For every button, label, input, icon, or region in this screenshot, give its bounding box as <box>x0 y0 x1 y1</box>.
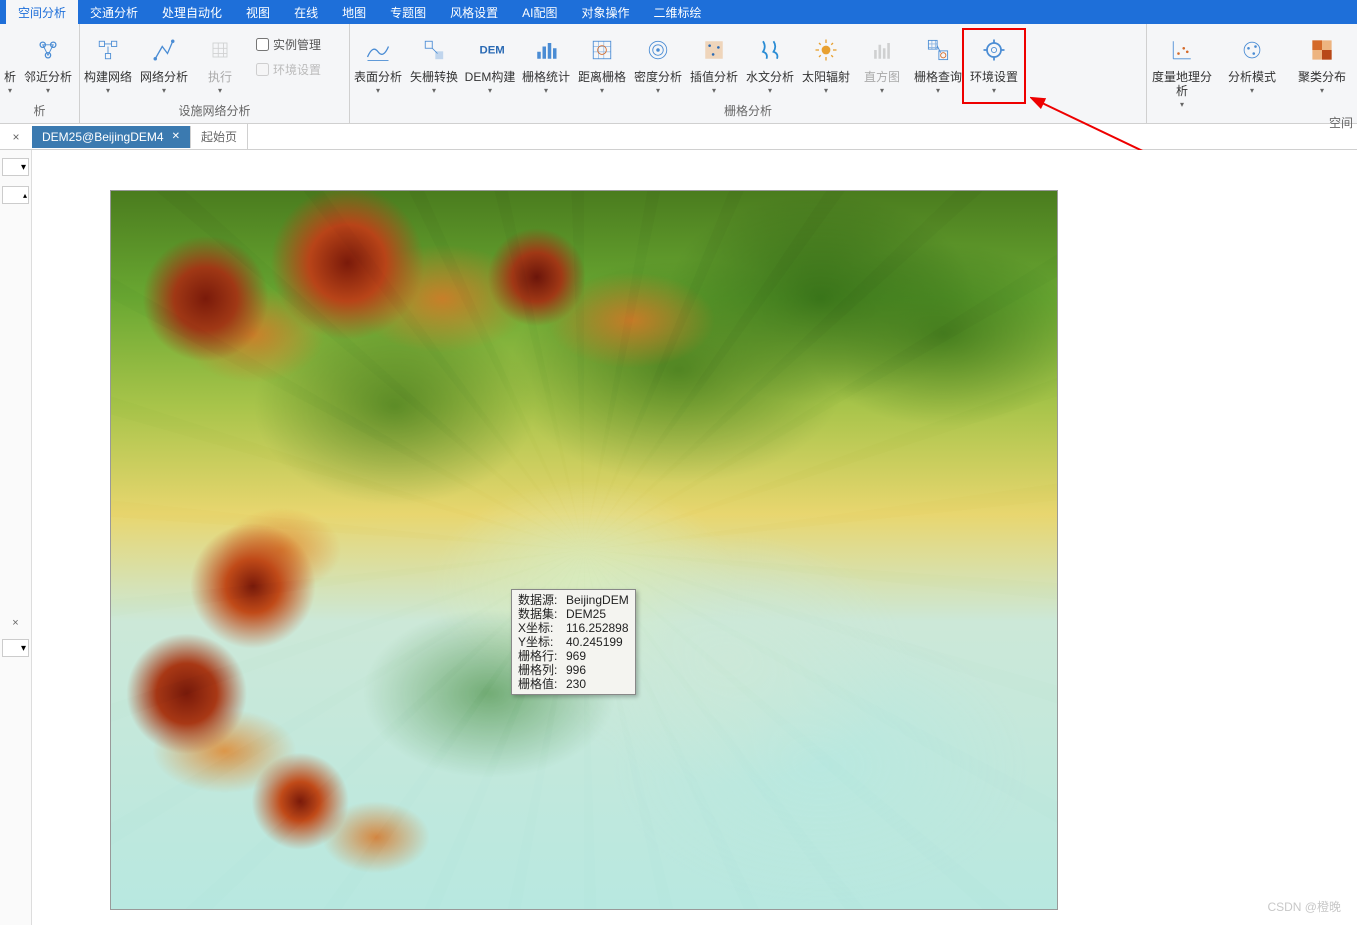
menu-item-automation[interactable]: 处理自动化 <box>150 0 234 25</box>
left-panel-close-mid[interactable]: × <box>0 615 31 631</box>
tab-startpage[interactable]: 起始页 <box>191 124 248 149</box>
left-dropdown-1[interactable]: ▾ <box>2 158 29 176</box>
btn-measure-geo-analysis[interactable]: 度量地理分析▾ <box>1147 28 1217 111</box>
btn-hydrology[interactable]: 水文分析▾ <box>742 28 798 97</box>
map-viewport[interactable]: 数据源:BeijingDEM数据集:DEM25X坐标:116.252898Y坐标… <box>32 150 1357 925</box>
menu-item-2d[interactable]: 二维标绘 <box>641 0 713 25</box>
info-row: Y坐标:40.245199 <box>518 635 629 649</box>
workspace: ▾ ▴ × ▾ 数据源:BeijingDEM数据集:DEM25X坐标:116.2… <box>0 150 1357 925</box>
tab-dem25[interactable]: DEM25@BeijingDEM4 ✕ <box>32 126 191 148</box>
raster-query-result-tooltip: 数据源:BeijingDEM数据集:DEM25X坐标:116.252898Y坐标… <box>511 589 636 695</box>
group-label-2: 设施网络分析 <box>80 99 349 123</box>
distance-raster-icon <box>586 34 618 66</box>
menu-item-style[interactable]: 风格设置 <box>438 0 510 25</box>
cluster-distribution-icon <box>1306 34 1338 66</box>
dem-raster-layer <box>111 191 1057 909</box>
histogram-icon <box>866 34 898 66</box>
btn-raster-stats[interactable]: 栅格统计▾ <box>518 28 574 97</box>
menu-item-ai[interactable]: AI配图 <box>510 0 569 25</box>
watermark: CSDN @橙晚 <box>1267 898 1341 915</box>
btn-density-analysis[interactable]: 密度分析▾ <box>630 28 686 97</box>
btn-analysis-left[interactable]: 析 ▾ <box>0 28 20 97</box>
btn-dem-build[interactable]: DEMDEM构建▾ <box>462 28 518 97</box>
info-row: 栅格行:969 <box>518 649 629 663</box>
menu-item-map[interactable]: 地图 <box>330 0 378 25</box>
chk-instance-manage[interactable]: 实例管理 <box>248 30 329 55</box>
env-settings-icon <box>978 34 1010 66</box>
group-label-4: 空间 <box>1147 111 1357 135</box>
solar-radiation-icon <box>810 34 842 66</box>
menu-item-spatial[interactable]: 空间分析 <box>6 0 78 25</box>
raster-stats-icon <box>530 34 562 66</box>
info-row: 数据集:DEM25 <box>518 607 629 621</box>
menu-item-online[interactable]: 在线 <box>282 0 330 25</box>
execute-icon <box>204 34 236 66</box>
analysis-mode-icon <box>1236 34 1268 66</box>
menu-item-traffic[interactable]: 交通分析 <box>78 0 150 25</box>
raster-query-icon <box>922 34 954 66</box>
btn-cluster-distribution[interactable]: 聚类分布▾ <box>1287 28 1357 97</box>
proximity-icon <box>32 34 64 66</box>
btn-vector-raster-convert[interactable]: 矢栅转换▾ <box>406 28 462 97</box>
density-analysis-icon <box>642 34 674 66</box>
btn-surface-analysis[interactable]: 表面分析▾ <box>350 28 406 97</box>
measure-geo-analysis-icon <box>1166 34 1198 66</box>
left-dropdown-2[interactable]: ▾ <box>2 639 29 657</box>
left-spinner[interactable]: ▴ <box>2 186 29 204</box>
group-label-1: 析 <box>0 99 79 123</box>
interpolation-icon <box>698 34 730 66</box>
btn-analysis-mode[interactable]: 分析模式▾ <box>1217 28 1287 97</box>
dem-build-icon: DEM <box>474 34 506 66</box>
surface-analysis-icon <box>362 34 394 66</box>
build-network-icon <box>92 34 124 66</box>
btn-proximity[interactable]: 邻近分析 ▾ <box>20 28 76 97</box>
group-label-3: 栅格分析 <box>350 99 1146 123</box>
tab-close-icon[interactable]: ✕ <box>172 131 180 142</box>
menu-bar: 空间分析 交通分析 处理自动化 视图 在线 地图 专题图 风格设置 AI配图 对… <box>0 0 1357 24</box>
btn-raster-query[interactable]: 栅格查询▾ <box>910 28 966 97</box>
hydrology-icon <box>754 34 786 66</box>
vector-raster-convert-icon <box>418 34 450 66</box>
btn-interpolation[interactable]: 插值分析▾ <box>686 28 742 97</box>
btn-build-network[interactable]: 构建网络 ▾ <box>80 28 136 97</box>
info-row: X坐标:116.252898 <box>518 621 629 635</box>
menu-item-thematic[interactable]: 专题图 <box>378 0 438 25</box>
chk-env-settings: 环境设置 <box>248 55 329 80</box>
btn-execute: 执行 ▾ <box>192 28 248 97</box>
btn-solar-radiation[interactable]: 太阳辐射▾ <box>798 28 854 97</box>
info-row: 栅格值:230 <box>518 677 629 691</box>
left-side-panel: ▾ ▴ × ▾ <box>0 150 32 925</box>
btn-distance-raster[interactable]: 距离栅格▾ <box>574 28 630 97</box>
menu-item-object[interactable]: 对象操作 <box>569 0 641 25</box>
left-panel-close-top[interactable]: × <box>0 130 32 144</box>
btn-histogram: 直方图▾ <box>854 28 910 97</box>
info-row: 数据源:BeijingDEM <box>518 593 629 607</box>
ribbon: 析 ▾ 邻近分析 ▾ 析 构建网络 ▾ 网络分析 ▾ <box>0 24 1357 124</box>
info-row: 栅格列:996 <box>518 663 629 677</box>
svg-text:DEM: DEM <box>480 45 505 57</box>
btn-env-settings[interactable]: 环境设置▾ <box>966 28 1022 97</box>
menu-item-view[interactable]: 视图 <box>234 0 282 25</box>
btn-network-analysis[interactable]: 网络分析 ▾ <box>136 28 192 97</box>
map-canvas[interactable]: 数据源:BeijingDEM数据集:DEM25X坐标:116.252898Y坐标… <box>110 190 1058 910</box>
network-analysis-icon <box>148 34 180 66</box>
